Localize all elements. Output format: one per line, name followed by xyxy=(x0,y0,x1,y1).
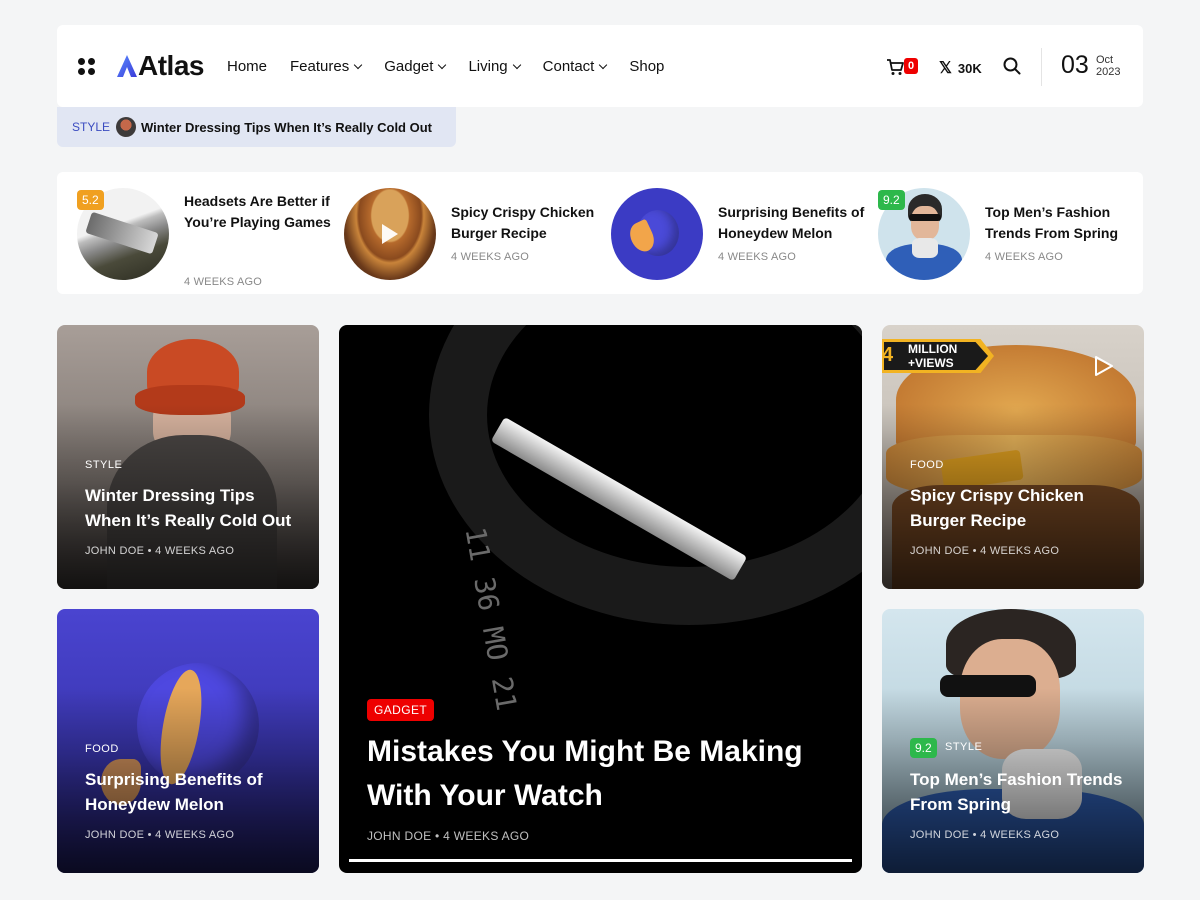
watch-digit: 36 xyxy=(467,574,506,614)
card-title[interactable]: Top Men’s Fashion Trends From Spring xyxy=(910,767,1125,817)
date-month: Oct xyxy=(1096,54,1114,66)
site-header: Atlas Home Features Gadget Living Contac… xyxy=(57,25,1143,107)
card-meta: JOHN DOE • 4 WEEKS AGO xyxy=(85,545,235,557)
review-score-badge: 9.2 xyxy=(878,190,905,210)
post-card[interactable]: FOOD Surprising Benefits of Honeydew Mel… xyxy=(57,609,319,873)
ticker-title[interactable]: Winter Dressing Tips When It’s Really Co… xyxy=(141,120,432,135)
ticker-thumbnail xyxy=(116,117,137,137)
cart-button[interactable]: 0 xyxy=(886,56,922,78)
trending-meta: 4 WEEKS AGO xyxy=(985,251,1064,263)
card-category[interactable]: FOOD xyxy=(910,459,944,471)
views-badge-line: MILLION xyxy=(908,342,958,356)
main-nav: Home Features Gadget Living Contact Shop xyxy=(227,55,687,77)
slider-progress-bar xyxy=(349,859,852,862)
watch-digit: MO xyxy=(476,624,515,664)
trending-title[interactable]: Spicy Crispy Chicken Burger Recipe xyxy=(451,202,601,244)
nav-label: Shop xyxy=(629,57,665,75)
trending-strip: 5.2 Headsets Are Better if You’re Playin… xyxy=(57,172,1143,294)
trending-meta: 4 WEEKS AGO xyxy=(451,251,530,263)
nav-label: Home xyxy=(227,57,268,75)
header-divider xyxy=(1041,48,1042,86)
views-badge: 4 MILLION +VIEWS xyxy=(882,335,998,375)
card-title[interactable]: Spicy Crispy Chicken Burger Recipe xyxy=(910,483,1125,533)
card-title[interactable]: Winter Dressing Tips When It’s Really Co… xyxy=(85,483,300,533)
card-category[interactable]: GADGET xyxy=(367,699,435,721)
card-meta: JOHN DOE • 4 WEEKS AGO xyxy=(910,829,1060,841)
card-title[interactable]: Surprising Benefits of Honeydew Melon xyxy=(85,767,300,817)
cart-icon xyxy=(887,59,904,75)
watch-digit: 21 xyxy=(484,674,524,714)
card-category[interactable]: STYLE xyxy=(85,459,122,471)
x-follow-link[interactable]: 𝕏 30K xyxy=(939,58,982,78)
play-icon xyxy=(382,224,398,244)
logo-text: Atlas xyxy=(138,50,204,81)
play-icon[interactable] xyxy=(1094,355,1114,377)
logo-mark-icon xyxy=(117,55,137,77)
views-badge-number: 4 xyxy=(882,344,894,366)
trending-item[interactable]: 9.2 Top Men’s Fashion Trends From Spring… xyxy=(878,188,1138,280)
trending-title[interactable]: Top Men’s Fashion Trends From Spring xyxy=(985,202,1135,244)
post-card[interactable]: STYLE Winter Dressing Tips When It’s Rea… xyxy=(57,325,319,589)
nav-label: Contact xyxy=(542,57,595,75)
chevron-down-icon xyxy=(599,60,608,69)
chevron-down-icon xyxy=(353,60,363,69)
cart-count-badge: 0 xyxy=(904,58,919,74)
ticker-category[interactable]: STYLE xyxy=(72,120,110,134)
post-card[interactable]: 9.2 STYLE Top Men’s Fashion Trends From … xyxy=(882,609,1144,873)
chevron-down-icon xyxy=(438,60,447,69)
trending-meta: 4 WEEKS AGO xyxy=(184,276,263,288)
trending-item[interactable]: Spicy Crispy Chicken Burger Recipe 4 WEE… xyxy=(344,188,604,280)
breaking-ticker[interactable]: STYLE Winter Dressing Tips When It’s Rea… xyxy=(57,107,456,147)
review-score-badge: 9.2 xyxy=(910,738,937,758)
burger-thumbnail[interactable] xyxy=(344,188,436,280)
date-year: 2023 xyxy=(1096,66,1121,78)
melon-thumbnail[interactable] xyxy=(611,188,703,280)
post-card[interactable]: 4 MILLION +VIEWS FOOD Spicy Crispy Chick… xyxy=(882,325,1144,589)
nav-label: Gadget xyxy=(384,57,434,75)
review-score-badge: 5.2 xyxy=(77,190,104,210)
menu-grid-icon[interactable] xyxy=(78,58,96,76)
card-meta: JOHN DOE • 4 WEEKS AGO xyxy=(85,829,235,841)
site-logo[interactable]: Atlas xyxy=(116,50,204,82)
nav-gadget[interactable]: Gadget xyxy=(384,55,447,77)
nav-living[interactable]: Living xyxy=(468,55,521,77)
trending-title[interactable]: Headsets Are Better if You’re Playing Ga… xyxy=(184,191,334,233)
x-follower-count: 30K xyxy=(957,60,982,76)
x-icon: 𝕏 xyxy=(939,60,952,77)
nav-label: Living xyxy=(468,57,508,75)
trending-title[interactable]: Surprising Benefits of Honeydew Melon xyxy=(718,202,868,244)
card-category[interactable]: STYLE xyxy=(945,741,982,753)
card-meta: JOHN DOE • 4 WEEKS AGO xyxy=(910,545,1060,557)
nav-contact[interactable]: Contact xyxy=(542,55,608,77)
card-meta: JOHN DOE • 4 WEEKS AGO xyxy=(367,829,530,843)
featured-title[interactable]: Mistakes You Might Be Making With Your W… xyxy=(367,730,837,818)
views-badge-line: +VIEWS xyxy=(908,356,954,370)
nav-shop[interactable]: Shop xyxy=(629,55,664,77)
search-icon[interactable] xyxy=(1003,57,1021,75)
chevron-down-icon xyxy=(512,60,521,69)
nav-features[interactable]: Features xyxy=(290,55,363,77)
date-day: 03 xyxy=(1061,51,1089,79)
trending-meta: 4 WEEKS AGO xyxy=(718,251,797,263)
trending-item[interactable]: Surprising Benefits of Honeydew Melon 4 … xyxy=(611,188,871,280)
nav-home[interactable]: Home xyxy=(227,55,267,77)
date-month-year: Oct 2023 xyxy=(1096,54,1120,78)
trending-item[interactable]: 5.2 Headsets Are Better if You’re Playin… xyxy=(77,188,337,288)
card-category[interactable]: FOOD xyxy=(85,743,119,755)
featured-post[interactable]: 11 36 MO 21 GADGET Mistakes You Might Be… xyxy=(339,325,862,873)
nav-label: Features xyxy=(290,57,350,75)
watch-digit: 11 xyxy=(458,524,497,564)
